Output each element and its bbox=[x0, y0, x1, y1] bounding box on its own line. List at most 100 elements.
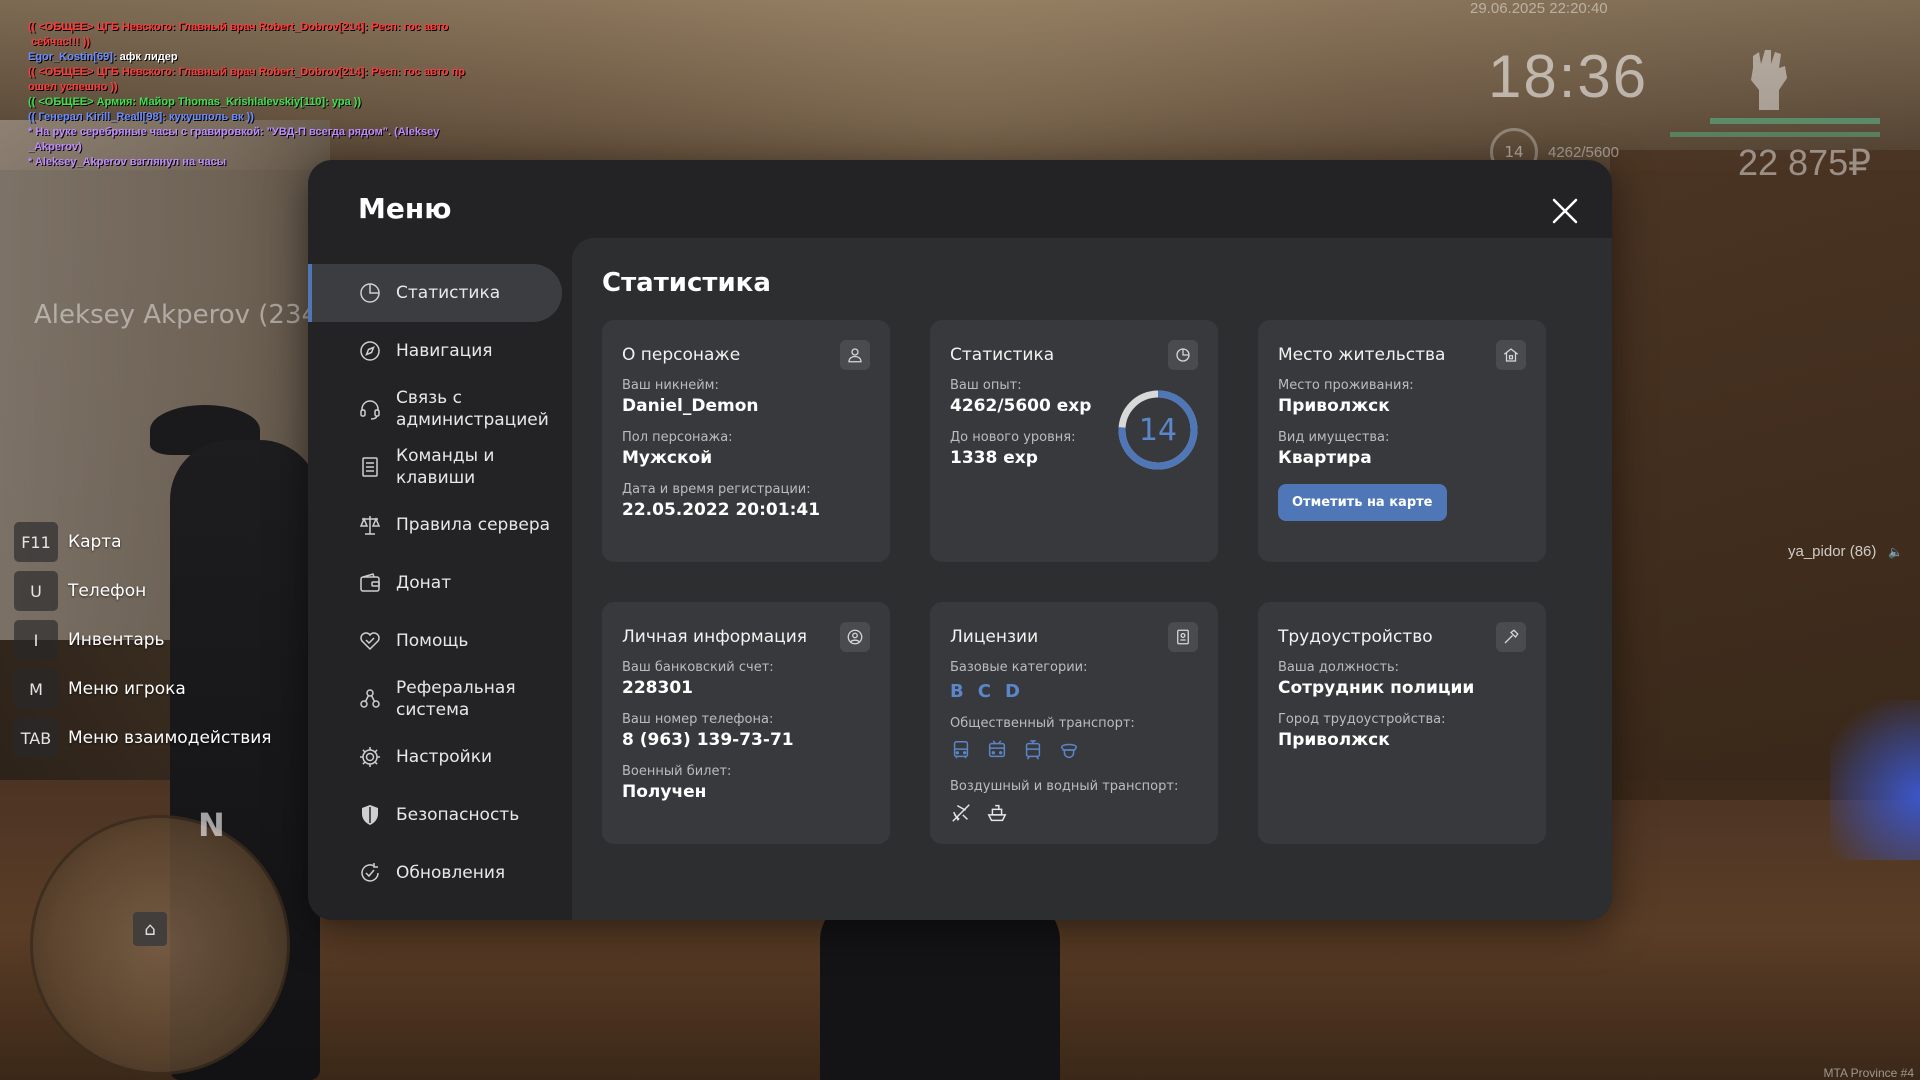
player-nametag: Aleksey Akperov (234 bbox=[34, 300, 319, 330]
sidebar-item-security[interactable]: Безопасность bbox=[308, 786, 568, 844]
sidebar-item-label: Донат bbox=[396, 573, 452, 593]
chat-line: (( Генерал Kirill_Reall[98]: кукушполь в… bbox=[28, 111, 254, 123]
hud-clock: 18:36 bbox=[1488, 43, 1649, 110]
hint-key: M bbox=[14, 669, 58, 709]
hint-label: Меню игрока bbox=[68, 679, 186, 699]
content-title: Статистика bbox=[602, 268, 771, 298]
sidebar-item-label: Обновления bbox=[396, 863, 506, 883]
sidebar-item-navigation[interactable]: Навигация bbox=[308, 322, 568, 380]
card-title: Личная информация bbox=[622, 627, 808, 647]
sidebar-item-label: Связь с администрацией bbox=[396, 388, 549, 430]
sidebar-item-label: Реферальная система bbox=[396, 678, 516, 720]
boat-icon bbox=[986, 802, 1008, 828]
menu-window: Меню Статистика Навигация Связь с админи… bbox=[308, 160, 1612, 920]
sidebar-item-label: Правила сервера bbox=[396, 515, 551, 535]
job-city-value: Приволжск bbox=[1278, 730, 1390, 750]
refresh-check-icon bbox=[358, 861, 382, 885]
other-player-tag: ya_pidor (86) bbox=[1788, 543, 1877, 560]
sidebar-item-donate[interactable]: Донат bbox=[308, 554, 568, 612]
user-icon bbox=[840, 340, 870, 370]
hint-key: F11 bbox=[14, 522, 58, 562]
house-icon bbox=[1496, 340, 1526, 370]
driver-cap-icon bbox=[1058, 739, 1080, 765]
hud-exp: 4262/5600 bbox=[1548, 144, 1619, 161]
field-label: Базовые категории: bbox=[950, 660, 1088, 675]
speaker-icon: 🔈 bbox=[1888, 545, 1903, 559]
compass-icon bbox=[358, 339, 382, 363]
hint-inventory: I Инвентарь bbox=[14, 620, 272, 660]
headset-icon bbox=[358, 397, 382, 421]
content-panel: Статистика О персонаже Ваш никнейм: Dani… bbox=[572, 238, 1612, 920]
hint-label: Инвентарь bbox=[68, 630, 165, 650]
card-title: Лицензии bbox=[950, 627, 1039, 647]
armor-bar bbox=[1670, 132, 1880, 137]
sidebar-item-label: Навигация bbox=[396, 341, 493, 361]
sidebar-item-label: Безопасность bbox=[396, 805, 520, 825]
scene-character-2 bbox=[820, 900, 1060, 1080]
card-residence: Место жительства Место проживания: Приво… bbox=[1258, 320, 1546, 562]
field-label: Место проживания: bbox=[1278, 378, 1414, 393]
health-bar bbox=[1710, 118, 1880, 124]
card-title: Место жительства bbox=[1278, 345, 1446, 365]
gear-icon bbox=[358, 745, 382, 769]
sidebar-item-label: Команды и клавиши bbox=[396, 446, 495, 488]
field-label: Ваш никнейм: bbox=[622, 378, 719, 393]
license-category: D bbox=[1004, 681, 1020, 702]
sidebar-item-referral[interactable]: Реферальная система bbox=[308, 670, 568, 728]
shield-icon bbox=[358, 803, 382, 827]
sidebar-item-admin-contact[interactable]: Связь с администрацией bbox=[308, 380, 568, 438]
chat-line: (( <ОБЩЕЕ> ЦГБ Невского: Главный врач Ro… bbox=[28, 66, 465, 93]
card-licenses: Лицензии Базовые категории: B C D Общест… bbox=[930, 602, 1218, 844]
pie-chart-icon bbox=[358, 281, 382, 305]
sidebar-item-updates[interactable]: Обновления bbox=[308, 844, 568, 902]
home-icon: ⌂ bbox=[133, 912, 167, 946]
military-id-value: Получен bbox=[622, 782, 707, 802]
card-statistics: Статистика Ваш опыт: 4262/5600 exp До но… bbox=[930, 320, 1218, 562]
gender-value: Мужской bbox=[622, 448, 713, 468]
card-character: О персонаже Ваш никнейм: Daniel_Demon По… bbox=[602, 320, 890, 562]
sidebar-item-settings[interactable]: Настройки bbox=[308, 728, 568, 786]
keybind-hints: F11 Карта U Телефон I Инвентарь M Меню и… bbox=[14, 522, 272, 767]
chat-author: Egor_Kostin[69]: bbox=[28, 51, 117, 63]
sidebar-item-commands[interactable]: Команды и клавиши bbox=[308, 438, 568, 496]
field-label: Ваша должность: bbox=[1278, 660, 1400, 675]
property-value: Квартира bbox=[1278, 448, 1372, 468]
sidebar-item-label: Статистика bbox=[396, 283, 501, 303]
clock-pie-icon bbox=[1168, 340, 1198, 370]
mark-on-map-button[interactable]: Отметить на карте bbox=[1278, 484, 1447, 521]
scene-blue-light bbox=[1830, 700, 1920, 860]
document-list-icon bbox=[358, 455, 382, 479]
hint-label: Телефон bbox=[68, 581, 147, 601]
license-categories: B C D bbox=[950, 681, 1198, 702]
field-label: Дата и время регистрации: bbox=[622, 482, 811, 497]
sidebar-item-help[interactable]: Помощь bbox=[308, 612, 568, 670]
field-label: Город трудоустройства: bbox=[1278, 712, 1446, 727]
people-network-icon bbox=[358, 687, 382, 711]
card-title: О персонаже bbox=[622, 345, 741, 365]
chat-line: (( <ОБЩЕЕ> ЦГБ Невского: Главный врач Ro… bbox=[28, 21, 449, 48]
tram-icon bbox=[1022, 739, 1044, 765]
chat-line: (( <ОБЩЕЕ> Армия: Майор Thomas_Krishlale… bbox=[28, 96, 362, 108]
chat-line: Egor_Kostin[69]: афк лидер bbox=[28, 50, 508, 65]
user-circle-icon bbox=[840, 622, 870, 652]
bus-icon bbox=[950, 739, 972, 765]
hud-money: 22 875₽ bbox=[1738, 142, 1872, 183]
chat-log: (( <ОБЩЕЕ> ЦГБ Невского: Главный врач Ro… bbox=[28, 20, 508, 170]
phone-value: 8 (963) 139-73-71 bbox=[622, 730, 794, 750]
menu-sidebar: Статистика Навигация Связь с администрац… bbox=[308, 264, 568, 902]
chat-message: афк лидер bbox=[116, 51, 178, 63]
hud-datetime: 29.06.2025 22:20:40 bbox=[1470, 0, 1608, 17]
handshake-icon bbox=[358, 629, 382, 653]
airplane-icon bbox=[950, 802, 972, 828]
level-number: 14 bbox=[1138, 412, 1178, 448]
sidebar-item-rules[interactable]: Правила сервера bbox=[308, 496, 568, 554]
sidebar-item-statistics[interactable]: Статистика bbox=[308, 264, 562, 322]
license-card-icon bbox=[1168, 622, 1198, 652]
wallet-icon bbox=[358, 571, 382, 595]
card-employment: Трудоустройство Ваша должность: Сотрудни… bbox=[1258, 602, 1546, 844]
hint-key: I bbox=[14, 620, 58, 660]
server-watermark: MTA Province #4 bbox=[1823, 1066, 1914, 1080]
hint-phone: U Телефон bbox=[14, 571, 272, 611]
close-icon[interactable] bbox=[1548, 194, 1582, 228]
chat-line: * На руке серебряные часы с гравировкой:… bbox=[28, 126, 440, 153]
